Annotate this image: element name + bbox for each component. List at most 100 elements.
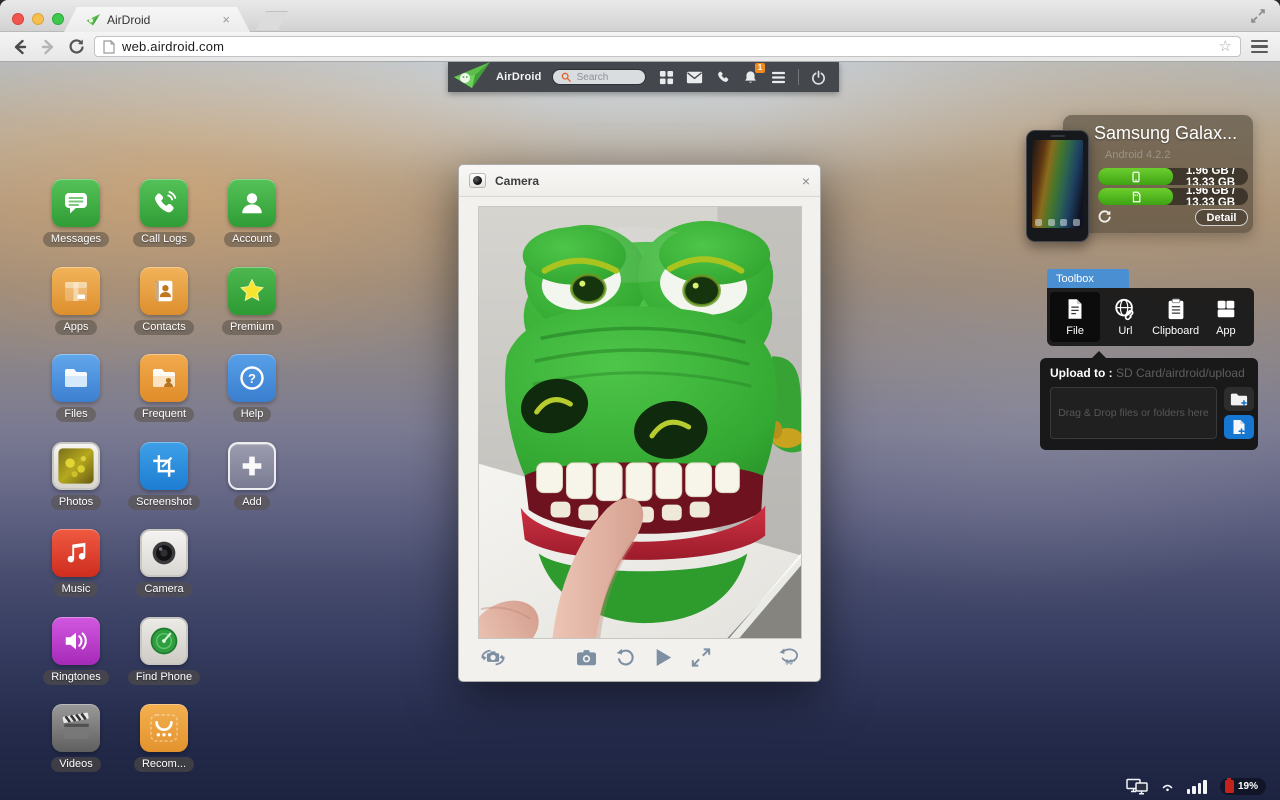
screenshot-icon[interactable] <box>140 442 188 490</box>
apps-icon[interactable] <box>52 267 100 315</box>
desktop-icon-help[interactable]: ?Help <box>208 354 296 442</box>
desktop-icon-row: Messages Call Logs Account <box>32 179 296 267</box>
toolbox-item-clipboard[interactable]: Clipboard <box>1151 292 1201 342</box>
camera-window-titlebar[interactable]: Camera × <box>459 165 820 197</box>
desktop-icon-premium[interactable]: Premium <box>208 267 296 355</box>
capture-icon[interactable] <box>575 648 598 672</box>
rotate-ccw-icon[interactable] <box>616 648 635 672</box>
remote-screen-icon[interactable] <box>1126 778 1148 795</box>
battery-percent: 19% <box>1238 781 1258 792</box>
drag-drop-zone[interactable]: Drag & Drop files or folders here <box>1050 387 1217 439</box>
add-icon[interactable] <box>228 442 276 490</box>
refresh-icon[interactable] <box>1097 209 1112 229</box>
desktop-icon-account[interactable]: Account <box>208 179 296 267</box>
desktop-icon-photos[interactable]: Photos <box>32 442 120 530</box>
signal-up-icon[interactable] <box>1161 781 1174 792</box>
reload-button[interactable] <box>66 37 86 57</box>
desktop-icon-recom[interactable]: Recom... <box>120 704 208 792</box>
desktop-icon-label: Frequent <box>134 407 194 422</box>
desktop-icon-contacts[interactable]: Contacts <box>120 267 208 355</box>
device-name: Samsung Galax... <box>1094 123 1246 144</box>
toolbox-item-file[interactable]: File <box>1050 292 1100 342</box>
upload-folder-button[interactable] <box>1224 387 1254 411</box>
upload-path: SD Card/airdroid/upload <box>1116 366 1245 380</box>
apps-grid-icon[interactable] <box>658 69 675 86</box>
power-icon[interactable] <box>810 69 827 86</box>
camera-window-icon <box>469 173 486 188</box>
back-button[interactable] <box>10 37 30 57</box>
desktop-icon-find-phone[interactable]: Find Phone <box>120 617 208 705</box>
premium-icon[interactable] <box>228 267 276 315</box>
toolbox-panel: File Url Clipboard App <box>1047 288 1254 346</box>
toolbox-item-label: Url <box>1118 325 1132 337</box>
desktop-icon-label: Account <box>224 232 280 247</box>
photos-icon[interactable] <box>52 442 100 490</box>
desktop-icon-label: Messages <box>43 232 109 247</box>
toolbox-tab[interactable]: Toolbox <box>1047 269 1129 288</box>
url-field[interactable]: web.airdroid.com ☆ <box>94 36 1241 57</box>
toolbar-separator <box>798 69 799 85</box>
desktop-icon-files[interactable]: Files <box>32 354 120 442</box>
desktop-icon-camera[interactable]: Camera <box>120 529 208 617</box>
switch-camera-icon[interactable] <box>479 646 507 674</box>
ringtones-icon[interactable] <box>52 617 100 665</box>
rotate-90-icon[interactable]: 90° <box>779 648 800 672</box>
recom-icon[interactable] <box>140 704 188 752</box>
bookmark-star-icon[interactable]: ☆ <box>1219 39 1232 54</box>
device-os-version: Android 4.2.2 <box>1105 149 1170 161</box>
account-icon[interactable] <box>228 179 276 227</box>
mail-icon[interactable] <box>686 69 703 86</box>
find-phone-icon[interactable] <box>140 617 188 665</box>
notifications-icon[interactable]: 1 <box>742 69 759 86</box>
frequent-icon[interactable] <box>140 354 188 402</box>
call-icon[interactable] <box>714 69 731 86</box>
desktop-icon-music[interactable]: Music <box>32 529 120 617</box>
forward-button[interactable] <box>38 37 58 57</box>
fullscreen-icon[interactable] <box>691 647 711 672</box>
music-icon[interactable] <box>52 529 100 577</box>
page-icon <box>103 40 115 54</box>
upload-file-button[interactable] <box>1224 415 1254 439</box>
videos-icon[interactable] <box>52 704 100 752</box>
play-icon[interactable] <box>655 648 672 672</box>
camera-window-close-icon[interactable]: × <box>802 174 810 188</box>
browser-tab[interactable]: AirDroid × <box>64 7 250 32</box>
files-icon[interactable] <box>52 354 100 402</box>
storage-text: 1.96 GB / 13.33 GB <box>1173 188 1248 205</box>
chip-sd-icon <box>1098 188 1173 205</box>
desktop-icon-ringtones[interactable]: Ringtones <box>32 617 120 705</box>
device-panel: Samsung Galax... Android 4.2.2 1.96 GB /… <box>1063 115 1253 233</box>
svg-text:90°: 90° <box>785 658 796 666</box>
browser-menu-icon[interactable] <box>1249 38 1270 56</box>
desktop-icon-videos[interactable]: Videos <box>32 704 120 792</box>
search-input[interactable]: Search <box>552 69 646 85</box>
tab-close-icon[interactable]: × <box>222 13 230 26</box>
call-logs-icon[interactable] <box>140 179 188 227</box>
toolbox-item-url[interactable]: Url <box>1100 292 1150 342</box>
minimize-window-button[interactable] <box>32 13 44 25</box>
close-window-button[interactable] <box>12 13 24 25</box>
desktop-icon-apps[interactable]: Apps <box>32 267 120 355</box>
new-tab-button[interactable] <box>256 11 288 30</box>
desktop-icon-frequent[interactable]: Frequent <box>120 354 208 442</box>
messages-icon[interactable] <box>52 179 100 227</box>
help-icon[interactable]: ? <box>228 354 276 402</box>
zoom-window-button[interactable] <box>52 13 64 25</box>
desktop-icon-messages[interactable]: Messages <box>32 179 120 267</box>
desktop-icon-label: Music <box>54 582 99 597</box>
screen: AirDroid × web.airdroid.com ☆ <box>0 0 1280 800</box>
toolbox-item-app[interactable]: App <box>1201 292 1251 342</box>
camera-icon[interactable] <box>140 529 188 577</box>
desktop-icon-call-logs[interactable]: Call Logs <box>120 179 208 267</box>
toolbox-item-label: App <box>1216 325 1236 337</box>
menu-icon[interactable] <box>770 69 787 86</box>
camera-window-title: Camera <box>495 174 793 188</box>
desktop-icon-add[interactable]: Add <box>208 442 296 530</box>
contacts-icon[interactable] <box>140 267 188 315</box>
detail-button[interactable]: Detail <box>1195 209 1248 226</box>
camera-window[interactable]: Camera × <box>458 164 821 682</box>
window-resize-icon[interactable] <box>1250 8 1266 24</box>
desktop-icon-screenshot[interactable]: Screenshot <box>120 442 208 530</box>
upload-panel: Upload to : SD Card/airdroid/upload Drag… <box>1040 358 1258 450</box>
desktop-icon-label: Call Logs <box>133 232 195 247</box>
